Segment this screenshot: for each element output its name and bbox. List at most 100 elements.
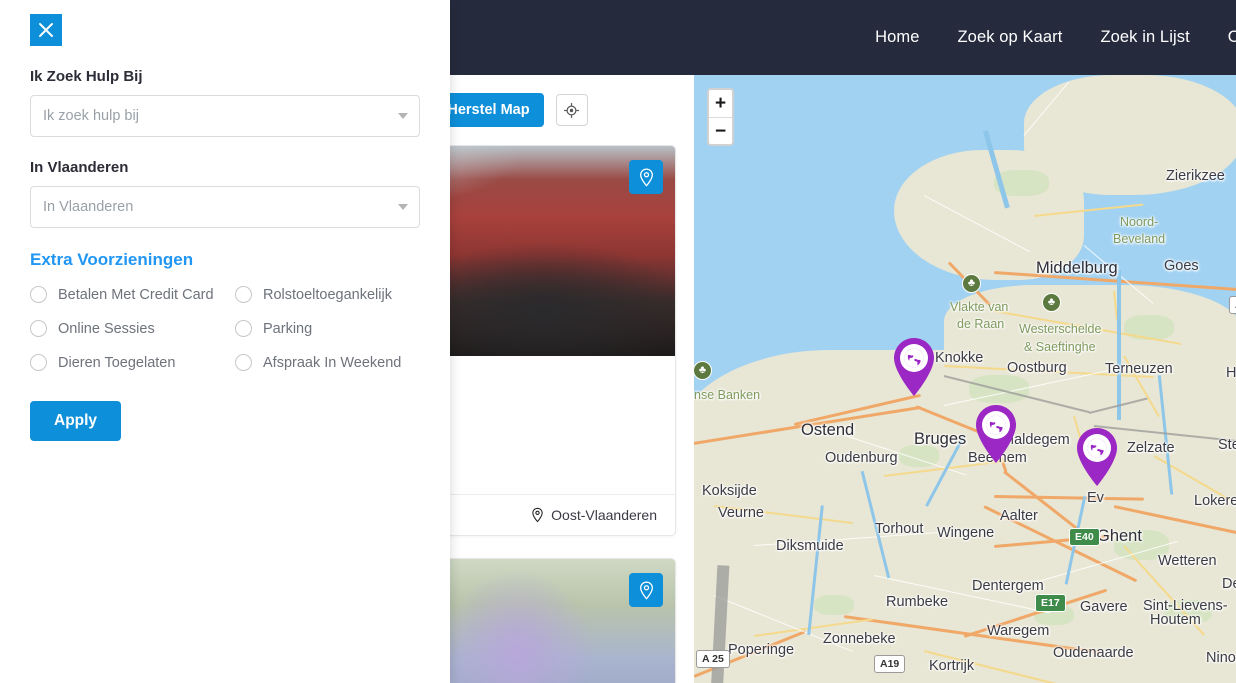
map-view[interactable]: + − ♣ ♣ ♣ Zierikzee Noord- Beveland Middelburg… — [694, 75, 1236, 683]
map-label: Hu — [1226, 365, 1236, 381]
close-panel-button[interactable] — [30, 14, 62, 46]
card-show-on-map-button[interactable] — [629, 573, 663, 608]
road-shield: A — [1229, 296, 1236, 314]
filter-panel: Ik Zoek Hulp Bij Ik zoek hulp bij In Vla… — [0, 0, 450, 683]
map-zoom-controls: + − — [707, 88, 734, 146]
map-canvas — [694, 75, 1236, 683]
road-shield: E40 — [1069, 528, 1100, 546]
map-label: Ghent — [1097, 527, 1142, 545]
nav-item-zoek-op-kaart[interactable]: Zoek op Kaart — [957, 28, 1062, 47]
road-shield: A19 — [874, 655, 906, 673]
chevron-down-icon — [398, 204, 408, 210]
nav-links: Home Zoek op Kaart Zoek in Lijst Op — [875, 28, 1236, 47]
option-betalen-met-credit-card[interactable]: Betalen Met Credit Card — [30, 286, 235, 303]
option-label: Online Sessies — [58, 320, 155, 337]
map-label: Middelburg — [1036, 259, 1118, 277]
map-label: Koksijde — [702, 483, 757, 499]
globe-pin-icon — [1077, 428, 1117, 486]
option-label: Dieren Toegelaten — [58, 354, 176, 371]
option-label: Parking — [263, 320, 313, 337]
map-label: Waregem — [987, 623, 1050, 639]
marker-bruges[interactable] — [890, 336, 938, 398]
radio-icon[interactable] — [235, 354, 252, 371]
map-label: Oudenaarde — [1053, 645, 1134, 661]
map-label: Noord- — [1120, 215, 1159, 229]
map-label: Westerschelde — [1019, 322, 1102, 336]
map-label: Ostend — [801, 421, 855, 439]
road-shield: E17 — [1035, 594, 1066, 612]
map-label: Diksmuide — [776, 538, 844, 554]
region-select[interactable]: In Vlaanderen — [30, 186, 420, 228]
marker-aalter[interactable] — [972, 403, 1020, 465]
card-show-on-map-button[interactable] — [629, 160, 663, 194]
map-pin-icon — [639, 167, 653, 187]
region-select-value: In Vlaanderen — [43, 199, 134, 215]
globe-pin-icon — [976, 405, 1016, 463]
nav-item-op[interactable]: Op — [1228, 28, 1236, 47]
option-afspraak-in-weekend[interactable]: Afspraak In Weekend — [235, 354, 420, 371]
option-parking[interactable]: Parking — [235, 320, 420, 337]
nav-item-home[interactable]: Home — [875, 28, 919, 47]
map-green-area — [814, 595, 854, 615]
globe-pin-icon — [894, 338, 934, 396]
map-label: Zonnebeke — [823, 631, 896, 647]
map-label: Lokeren — [1194, 493, 1236, 509]
map-label: Goes — [1164, 258, 1199, 274]
park-icon: ♣ — [962, 274, 981, 293]
map-label: Dentergem — [972, 578, 1044, 594]
map-label: Knokke — [935, 350, 984, 366]
map-pin-icon — [639, 581, 653, 600]
extras-section-title: Extra Voorzieningen — [30, 250, 194, 269]
apply-filters-button[interactable]: Apply — [30, 401, 122, 441]
map-label: Beveland — [1113, 232, 1166, 246]
chevron-down-icon — [398, 113, 408, 119]
help-select[interactable]: Ik zoek hulp bij — [30, 95, 420, 137]
nav-item-zoek-in-lijst[interactable]: Zoek in Lijst — [1100, 28, 1189, 47]
map-label: Nino — [1206, 650, 1236, 666]
map-label: Ev — [1087, 490, 1104, 506]
map-label: Oudenburg — [825, 450, 898, 466]
map-label: Wingene — [937, 525, 995, 541]
radio-icon[interactable] — [30, 354, 47, 371]
map-label: Poperinge — [728, 642, 795, 658]
map-label: Veurne — [718, 505, 764, 521]
card-region: Oost-Vlaanderen — [531, 507, 657, 523]
radio-icon[interactable] — [235, 320, 252, 337]
extras-options-grid: Betalen Met Credit Card Rolstoeltoeganke… — [30, 286, 420, 371]
map-label: Bruges — [914, 430, 967, 448]
close-icon — [39, 23, 53, 37]
map-zoom-out-button[interactable]: − — [709, 117, 732, 144]
map-label: Houtem — [1150, 612, 1201, 628]
map-label: Kortrijk — [929, 658, 975, 674]
crosshair-icon — [564, 102, 580, 118]
region-field-label: In Vlaanderen — [30, 159, 129, 176]
map-label: Terneuzen — [1105, 361, 1173, 377]
map-label: Torhout — [875, 521, 924, 537]
map-pin-outline-icon — [532, 508, 543, 523]
map-label: Stek — [1218, 437, 1236, 453]
map-label: Wetteren — [1158, 553, 1217, 569]
option-label: Afspraak In Weekend — [263, 354, 402, 371]
map-label: Gavere — [1080, 599, 1128, 615]
option-dieren-toegelaten[interactable]: Dieren Toegelaten — [30, 354, 235, 371]
radio-icon[interactable] — [30, 320, 47, 337]
map-label: Aalter — [1000, 508, 1038, 524]
park-icon: ♣ — [1042, 293, 1061, 312]
option-label: Rolstoeltoegankelijk — [263, 286, 392, 303]
option-rolstoeltoegankelijk[interactable]: Rolstoeltoegankelijk — [235, 286, 420, 303]
locate-me-button[interactable] — [555, 94, 588, 126]
help-select-value: Ik zoek hulp bij — [43, 108, 139, 124]
map-label: & Saeftinghe — [1024, 340, 1096, 354]
map-zoom-in-button[interactable]: + — [709, 90, 732, 117]
map-label: Zelzate — [1127, 440, 1175, 456]
option-online-sessies[interactable]: Online Sessies — [30, 320, 235, 337]
map-label: de Raan — [957, 317, 1005, 331]
marker-ghent[interactable] — [1073, 426, 1121, 488]
radio-icon[interactable] — [235, 286, 252, 303]
map-label: nse Banken — [694, 388, 761, 402]
map-label: Zierikzee — [1166, 168, 1225, 184]
map-label: Rumbeke — [886, 594, 949, 610]
option-label: Betalen Met Credit Card — [58, 286, 214, 303]
map-river — [1117, 270, 1121, 420]
radio-icon[interactable] — [30, 286, 47, 303]
